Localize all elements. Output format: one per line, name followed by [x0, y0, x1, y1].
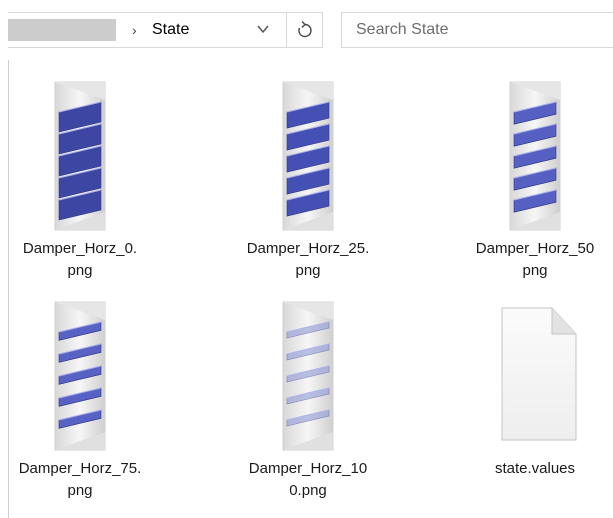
file-item[interactable]: state.values [470, 304, 600, 480]
file-grid: Damper_Horz_0. png Damper_Horz_25. png D… [0, 60, 613, 518]
damper-image-icon [54, 301, 106, 451]
breadcrumb-current-folder[interactable]: State [152, 19, 189, 41]
file-item[interactable]: Damper_Horz_0. png [15, 80, 145, 282]
file-name-line2: png [67, 482, 93, 499]
file-name-line1: state.values [494, 460, 576, 477]
file-name-line1: Damper_Horz_25. [246, 240, 370, 257]
blank-document-icon [501, 307, 577, 441]
redacted-path-segment[interactable] [8, 19, 116, 41]
file-name: Damper_Horz_10 0.png [243, 458, 373, 502]
file-item[interactable]: Damper_Horz_50 png [470, 80, 600, 282]
refresh-icon [298, 21, 312, 38]
file-name: Damper_Horz_0. png [15, 238, 145, 282]
refresh-button[interactable] [287, 12, 323, 48]
file-item[interactable]: Damper_Horz_25. png [243, 80, 373, 282]
history-dropdown-icon[interactable] [255, 17, 271, 41]
damper-image-icon [54, 81, 106, 231]
file-item[interactable]: Damper_Horz_75. png [15, 300, 145, 502]
explorer-toolbar: › State [0, 0, 613, 60]
file-name-line2: 0.png [289, 482, 327, 499]
file-name: Damper_Horz_75. png [15, 458, 145, 502]
damper-image-icon [509, 81, 561, 231]
address-bar[interactable]: › State [8, 12, 287, 48]
damper-image-icon [282, 81, 334, 231]
file-name-line2: png [67, 262, 93, 279]
search-input[interactable] [356, 19, 606, 41]
file-name-line2: png [522, 262, 548, 279]
file-item[interactable]: Damper_Horz_10 0.png [243, 300, 373, 502]
file-name-line1: Damper_Horz_0. [22, 240, 138, 257]
file-name-line1: Damper_Horz_50 [475, 240, 595, 257]
damper-image-icon [282, 301, 334, 451]
file-name: Damper_Horz_25. png [243, 238, 373, 282]
file-name-line1: Damper_Horz_75. [18, 460, 142, 477]
file-name-line1: Damper_Horz_10 [248, 460, 368, 477]
file-name: Damper_Horz_50 png [470, 238, 600, 282]
search-box[interactable] [341, 12, 613, 48]
file-name-line2: png [295, 262, 321, 279]
file-name: state.values [470, 458, 600, 480]
breadcrumb-chevron-icon[interactable]: › [132, 19, 137, 41]
